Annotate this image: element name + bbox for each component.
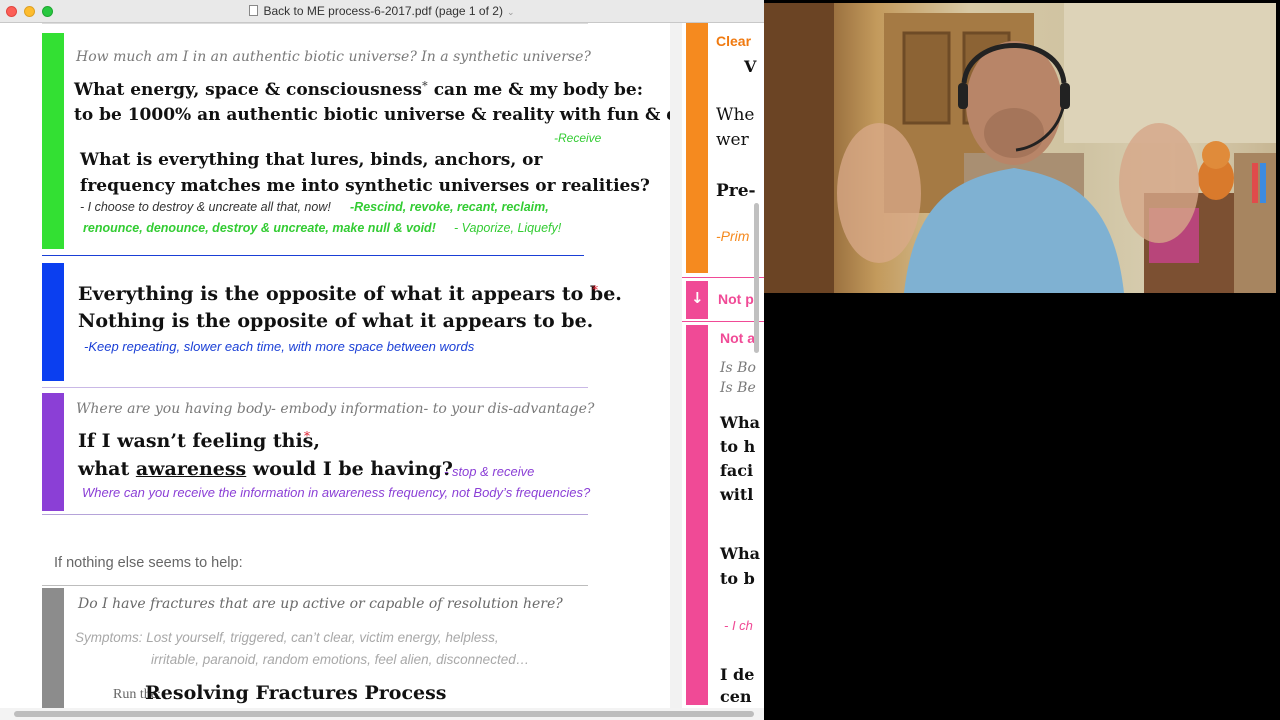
page2-fragment: Wha	[720, 413, 760, 432]
resolving-fractures-title: Resolving Fractures Process	[145, 682, 447, 704]
page2-fragment: Is Be	[720, 380, 756, 396]
page2-fragment: Not a	[720, 330, 755, 346]
divider	[42, 585, 588, 586]
page2-fragment: Pre-	[716, 181, 756, 201]
purple-note: Where can you receive the information in…	[82, 485, 591, 500]
rescind-note: -Rescind, revoke, recant, reclaim,	[350, 200, 549, 214]
page2-fragment: I de	[720, 665, 755, 684]
purple-line-1: If I wasn’t feeling this,	[78, 430, 320, 452]
window-titlebar: Back to ME process-6-2017.pdf (page 1 of…	[0, 0, 764, 23]
page2-fragment: cen	[720, 687, 752, 706]
receive-note: -Receive	[554, 131, 602, 145]
nothing-else-heading: If nothing else seems to help:	[54, 555, 243, 571]
divider	[682, 321, 764, 322]
pdf-document-icon	[249, 5, 259, 16]
divider	[42, 387, 588, 388]
orange-section-bar	[686, 23, 708, 273]
page2-fragment: wer	[716, 130, 749, 150]
red-asterisk: *	[304, 429, 310, 443]
divider	[42, 514, 588, 515]
vertical-scrollbar[interactable]	[754, 203, 759, 353]
red-asterisk: *	[592, 283, 598, 297]
renounce-note: renounce, denounce, destroy & uncreate, …	[83, 221, 436, 235]
page2-fragment: - I ch	[724, 618, 753, 633]
divider	[682, 277, 764, 278]
clear-heading: Clear	[716, 33, 752, 49]
purple-section-bar	[42, 393, 64, 511]
divider	[42, 23, 588, 24]
symptoms-line-1: Symptoms: Lost yourself, triggered, can’…	[75, 630, 499, 645]
green-question-2-line-1: What energy, space & consciousness* can …	[74, 79, 644, 100]
page2-fragment: Not p	[718, 291, 754, 307]
green-question-3-line-2: frequency matches me into synthetic univ…	[80, 176, 650, 196]
gray-question: Do I have fractures that are up active o…	[78, 596, 563, 612]
green-question-3-line-1: What is everything that lures, binds, an…	[80, 150, 543, 170]
stop-receive-note: - stop & receive	[444, 464, 535, 479]
page2-fragment: Whe	[716, 105, 755, 125]
green-section-bar	[42, 33, 64, 249]
page2-fragment: Is Bo	[720, 360, 756, 376]
blue-note: -Keep repeating, slower each time, with …	[84, 339, 475, 354]
blue-line-2: Nothing is the opposite of what it appea…	[78, 310, 594, 332]
horizontal-scrollbar[interactable]	[14, 711, 754, 717]
green-question-1: How much am I in an authentic biotic uni…	[76, 49, 591, 65]
blue-line-1: Everything is the opposite of what it ap…	[78, 283, 622, 305]
page2-fragment: V	[744, 57, 757, 76]
pdf-viewer[interactable]: How much am I in an authentic biotic uni…	[0, 23, 764, 720]
window-title-text: Back to ME process-6-2017.pdf (page 1 of…	[263, 4, 503, 18]
presenter-video-frame	[764, 3, 1276, 293]
vaporize-note: - Vaporize, Liquefy!	[454, 221, 562, 235]
divider	[42, 255, 584, 256]
page2-fragment: -Prim	[716, 228, 750, 244]
page2-fragment: to b	[720, 569, 755, 588]
page-gutter	[670, 23, 682, 720]
horizontal-scrollbar-track	[0, 708, 764, 720]
pdf-page-1: How much am I in an authentic biotic uni…	[8, 23, 744, 720]
pdf-page-2: Clear V Whe wer Pre- -Prim ↓ Not p Not a…	[682, 23, 764, 720]
destroy-note: - I choose to destroy & uncreate all tha…	[80, 200, 331, 214]
chevron-down-icon: ⌄	[506, 7, 515, 17]
symptoms-line-2: irritable, paranoid, random emotions, fe…	[151, 652, 530, 667]
pink-section-bar	[686, 325, 708, 705]
window-title[interactable]: Back to ME process-6-2017.pdf (page 1 of…	[0, 4, 764, 18]
webcam-video	[764, 3, 1276, 293]
down-arrow-icon: ↓	[691, 289, 704, 307]
page2-fragment: witl	[720, 485, 754, 504]
gray-section-bar	[42, 588, 64, 720]
page2-fragment: to h	[720, 437, 756, 456]
purple-line-2: what awareness would I be having?	[78, 458, 453, 480]
purple-question: Where are you having body- embody inform…	[76, 401, 595, 417]
page2-fragment: Wha	[720, 544, 760, 563]
green-question-2-line-2: to be 1000% an authentic biotic universe…	[74, 105, 744, 125]
page2-fragment: faci	[720, 461, 754, 480]
blue-section-bar	[42, 263, 64, 381]
